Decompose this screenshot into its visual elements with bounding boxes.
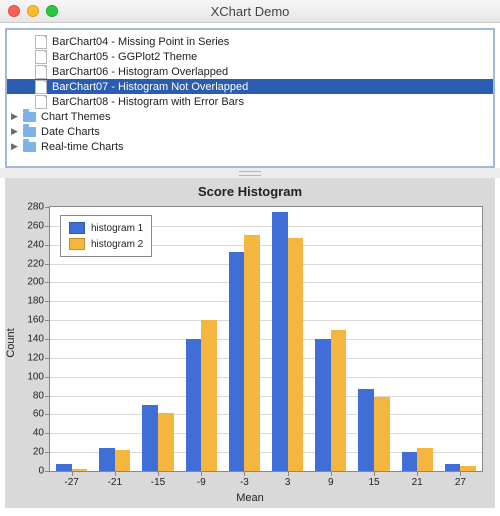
plot-area: histogram 1histogram 2 02040608010012014… bbox=[49, 206, 483, 472]
chevron-right-icon[interactable]: ▶ bbox=[11, 141, 21, 152]
tree-item[interactable]: BarChart05 - GGPlot2 Theme bbox=[7, 49, 493, 64]
y-tick-label: 120 bbox=[14, 352, 44, 363]
bar bbox=[417, 448, 433, 471]
x-tick-label: 27 bbox=[455, 477, 466, 488]
y-tick-label: 0 bbox=[14, 466, 44, 477]
tree-item-label: BarChart07 - Histogram Not Overlapped bbox=[52, 81, 248, 93]
bar bbox=[99, 448, 115, 471]
x-tick-label: 3 bbox=[285, 477, 291, 488]
legend-swatch bbox=[69, 222, 85, 234]
chart-title: Score Histogram bbox=[5, 178, 495, 199]
y-tick-label: 140 bbox=[14, 334, 44, 345]
window-title: XChart Demo bbox=[0, 4, 500, 19]
bar bbox=[229, 252, 245, 471]
tree-folder-label: Real-time Charts bbox=[41, 141, 124, 153]
bar bbox=[201, 320, 217, 471]
window-controls bbox=[8, 5, 58, 17]
legend-entry: histogram 2 bbox=[69, 238, 143, 250]
x-tick-label: 21 bbox=[412, 477, 423, 488]
bar bbox=[158, 413, 174, 471]
y-tick-label: 160 bbox=[14, 315, 44, 326]
bar bbox=[315, 339, 331, 471]
tree-folder[interactable]: ▶ Chart Themes bbox=[7, 109, 493, 124]
bar bbox=[142, 405, 158, 471]
chevron-right-icon[interactable]: ▶ bbox=[11, 111, 21, 122]
bar bbox=[331, 330, 347, 471]
x-tick-label: -9 bbox=[197, 477, 206, 488]
legend: histogram 1 histogram 2 bbox=[60, 215, 152, 257]
y-tick-label: 60 bbox=[14, 409, 44, 420]
y-tick-label: 240 bbox=[14, 239, 44, 250]
x-tick-label: -27 bbox=[64, 477, 78, 488]
legend-label: histogram 2 bbox=[91, 239, 143, 250]
grip-icon bbox=[239, 171, 261, 176]
y-tick-label: 20 bbox=[14, 447, 44, 458]
bar bbox=[374, 397, 390, 471]
file-icon bbox=[35, 80, 47, 94]
y-tick-label: 40 bbox=[14, 428, 44, 439]
y-tick-label: 200 bbox=[14, 277, 44, 288]
folder-icon bbox=[23, 127, 36, 137]
bar bbox=[272, 212, 288, 471]
tree-item-label: BarChart06 - Histogram Overlapped bbox=[52, 66, 228, 78]
file-icon bbox=[35, 95, 47, 109]
chevron-right-icon[interactable]: ▶ bbox=[11, 126, 21, 137]
y-tick-label: 100 bbox=[14, 371, 44, 382]
y-tick-label: 260 bbox=[14, 220, 44, 231]
bar bbox=[402, 452, 418, 471]
minimize-icon[interactable] bbox=[27, 5, 39, 17]
y-tick-label: 80 bbox=[14, 390, 44, 401]
plot-wrap: histogram 1histogram 2 02040608010012014… bbox=[49, 206, 483, 472]
file-icon bbox=[35, 50, 47, 64]
tree-item[interactable]: BarChart06 - Histogram Overlapped bbox=[7, 64, 493, 79]
bar bbox=[72, 469, 88, 471]
tree-item-label: BarChart04 - Missing Point in Series bbox=[52, 36, 229, 48]
example-tree[interactable]: BarChart04 - Missing Point in Series Bar… bbox=[5, 28, 495, 168]
zoom-icon[interactable] bbox=[46, 5, 58, 17]
legend-swatch bbox=[69, 238, 85, 250]
file-icon bbox=[35, 65, 47, 79]
tree-folder-label: Date Charts bbox=[41, 126, 100, 138]
tree-folder[interactable]: ▶ Real-time Charts bbox=[7, 139, 493, 154]
x-tick-label: -3 bbox=[240, 477, 249, 488]
x-tick-label: 15 bbox=[368, 477, 379, 488]
bar bbox=[115, 450, 131, 471]
splitter[interactable] bbox=[0, 168, 500, 178]
x-tick-label: -21 bbox=[108, 477, 122, 488]
close-icon[interactable] bbox=[8, 5, 20, 17]
y-tick-label: 180 bbox=[14, 296, 44, 307]
tree-item-label: BarChart05 - GGPlot2 Theme bbox=[52, 51, 197, 63]
x-tick-label: 9 bbox=[328, 477, 334, 488]
file-icon bbox=[35, 35, 47, 49]
y-tick-label: 220 bbox=[14, 258, 44, 269]
bar bbox=[56, 464, 72, 471]
x-axis-label: Mean bbox=[5, 492, 495, 504]
bar bbox=[445, 464, 461, 471]
bar bbox=[244, 235, 260, 471]
chart-panel: Score Histogram Count Mean histogram 1hi… bbox=[5, 178, 495, 508]
x-tick-label: -15 bbox=[151, 477, 165, 488]
tree-folder-label: Chart Themes bbox=[41, 111, 111, 123]
tree-item-selected[interactable]: BarChart07 - Histogram Not Overlapped bbox=[7, 79, 493, 94]
tree-item[interactable]: BarChart04 - Missing Point in Series bbox=[7, 34, 493, 49]
y-tick-label: 280 bbox=[14, 202, 44, 213]
legend-label: histogram 1 bbox=[91, 223, 143, 234]
tree-folder[interactable]: ▶ Date Charts bbox=[7, 124, 493, 139]
bar bbox=[186, 339, 202, 471]
tree-item-label: BarChart08 - Histogram with Error Bars bbox=[52, 96, 244, 108]
bar bbox=[358, 389, 374, 471]
bar bbox=[288, 238, 304, 471]
titlebar: XChart Demo bbox=[0, 0, 500, 23]
folder-icon bbox=[23, 112, 36, 122]
bar bbox=[460, 466, 476, 471]
legend-entry: histogram 1 bbox=[69, 222, 143, 234]
tree-item[interactable]: BarChart08 - Histogram with Error Bars bbox=[7, 94, 493, 109]
app-window: XChart Demo BarChart04 - Missing Point i… bbox=[0, 0, 500, 516]
folder-icon bbox=[23, 142, 36, 152]
